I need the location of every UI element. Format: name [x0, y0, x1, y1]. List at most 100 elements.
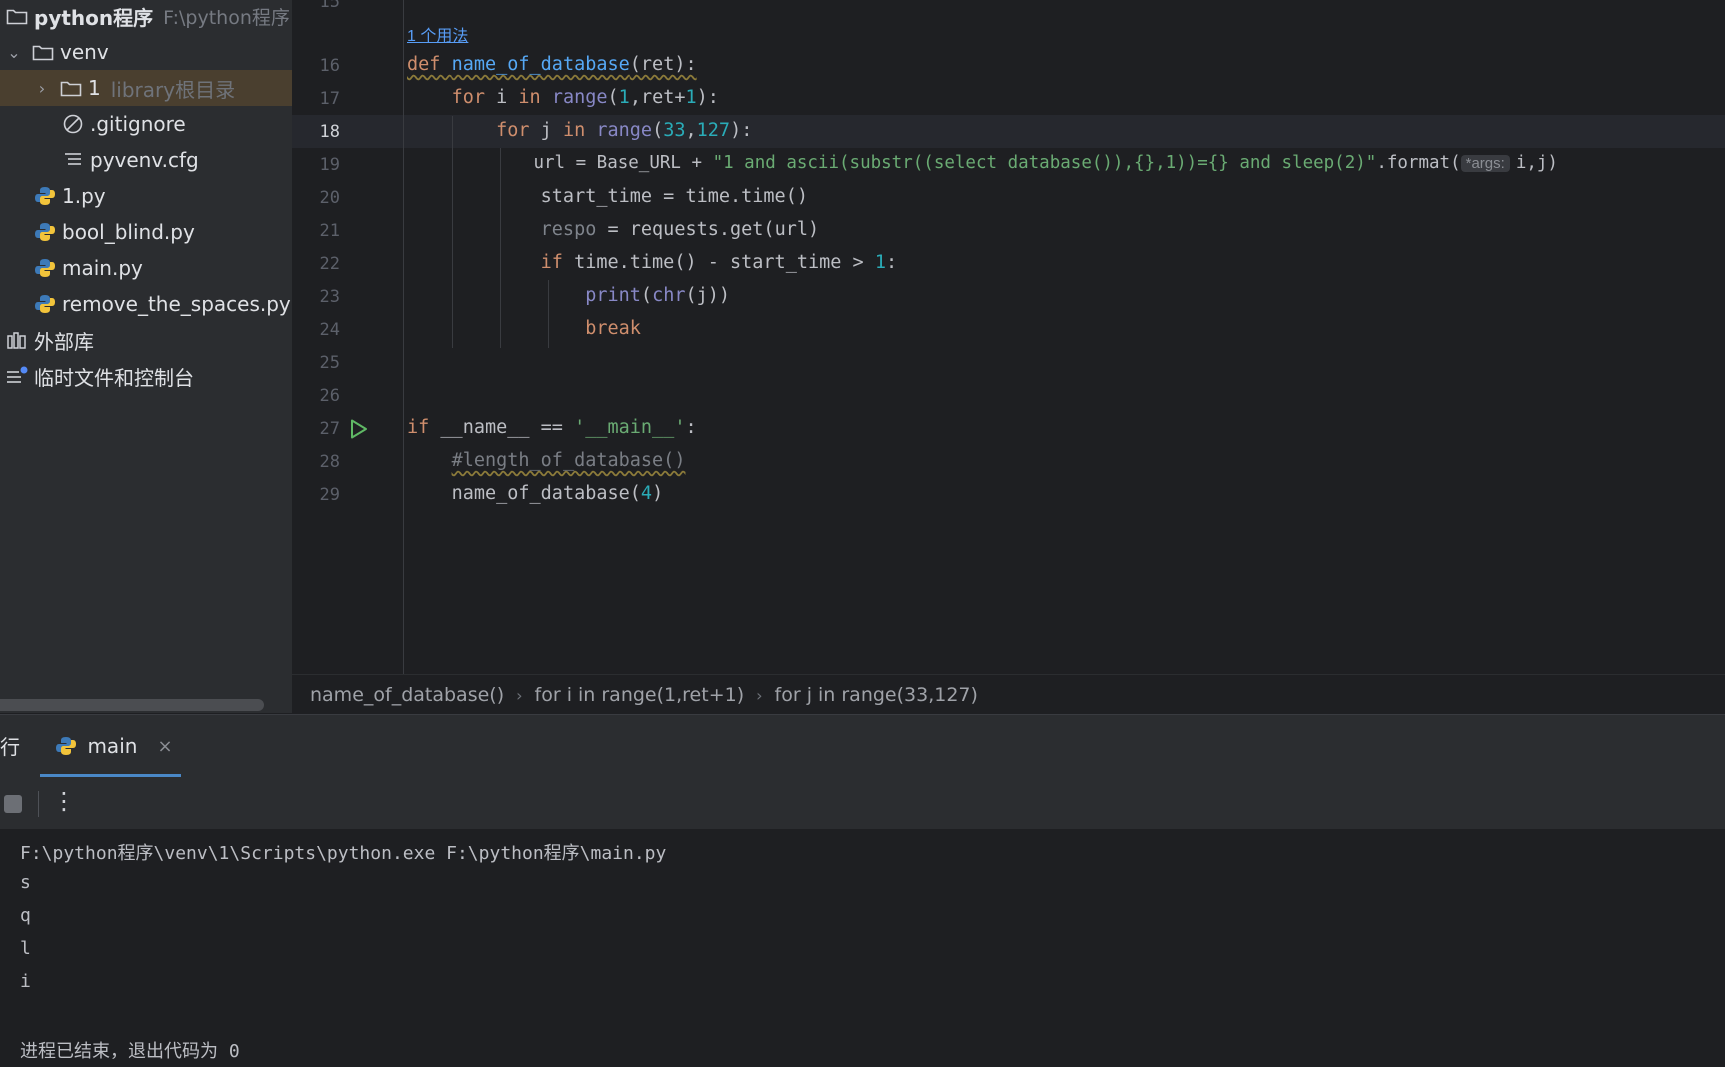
tree-item-library-root[interactable]: › 1 library根目录	[0, 70, 292, 106]
breadcrumb-item[interactable]: for i in range(1,ret+1)	[535, 684, 745, 706]
code-line-21[interactable]: respo = requests.get(url)	[407, 219, 819, 240]
code-token: (ret):	[629, 54, 697, 75]
tree-item-main-py[interactable]: main.py	[0, 250, 292, 286]
line-number: 28	[319, 452, 340, 472]
code-token: 1	[685, 87, 697, 108]
code-token: ,ret+	[629, 87, 686, 108]
tree-item-label: bool_blind.py	[62, 220, 195, 244]
code-line-20[interactable]: start_time = time.time()	[407, 186, 808, 207]
project-root-path: F:\python程序	[163, 6, 290, 29]
code-token: break	[585, 318, 641, 339]
code-token: .format(	[1376, 153, 1461, 173]
line-number: 23	[319, 287, 340, 307]
breadcrumb-item[interactable]: name_of_database()	[310, 684, 504, 706]
tree-item-external-libraries[interactable]: 外部库	[0, 322, 292, 358]
code-token: for	[496, 120, 541, 141]
line-gutter: 15 16 17 18 19 20 21 22 23 24 25 26 27 2…	[292, 0, 404, 674]
close-icon[interactable]: ×	[157, 736, 172, 757]
code-token: range	[551, 87, 608, 108]
run-play-icon[interactable]	[349, 418, 369, 444]
code-token: if	[407, 417, 441, 438]
stop-icon[interactable]	[4, 795, 22, 813]
code-token: ):	[730, 120, 753, 141]
tree-item-label: .gitignore	[90, 112, 186, 136]
chevron-right-icon: ›	[516, 685, 523, 705]
python-file-icon	[32, 291, 58, 317]
line-number: 17	[319, 89, 340, 109]
library-root-hint: library根目录	[110, 77, 236, 102]
tree-item-scratches[interactable]: 临时文件和控制台	[0, 358, 292, 394]
code-line-16[interactable]: def name_of_database(ret):	[407, 54, 697, 75]
tree-item-1-py[interactable]: 1.py	[0, 178, 292, 214]
chevron-down-icon[interactable]: ⌄	[4, 43, 24, 62]
code-token: def	[407, 54, 452, 75]
chevron-right-icon: ›	[756, 685, 763, 705]
config-file-icon	[60, 147, 86, 173]
parameter-inlay-hint: *args:	[1460, 155, 1510, 172]
code-line-19[interactable]: url = Base_URL + "1 and ascii(substr((se…	[407, 153, 1558, 173]
code-token: #length_of_database()	[451, 450, 686, 471]
console-line: 进程已结束，退出代码为 0	[20, 1041, 240, 1062]
folder-icon	[30, 39, 56, 65]
code-line-28[interactable]: #length_of_database()	[407, 450, 686, 471]
run-toolbar: ⋮	[0, 777, 1725, 829]
code-token: :	[885, 252, 898, 273]
sidebar-scrollbar[interactable]	[0, 699, 264, 711]
code-token: i	[496, 87, 519, 108]
line-number: 24	[319, 320, 340, 340]
code-line-22[interactable]: if time.time() - start_time > 1:	[407, 252, 897, 273]
tree-item-remove-the-spaces-py[interactable]: remove_the_spaces.py	[0, 286, 292, 322]
tree-item-venv[interactable]: ⌄ venv	[0, 34, 292, 70]
tree-item-label: 1	[88, 76, 101, 100]
line-number: 25	[319, 353, 340, 373]
code-token: i,j)	[1515, 153, 1558, 173]
code-token: 127	[696, 120, 731, 141]
tree-item-label: 1.py	[62, 184, 106, 208]
code-editor[interactable]: 15 16 17 18 19 20 21 22 23 24 25 26 27 2…	[292, 0, 1725, 674]
code-token: :	[685, 417, 697, 438]
code-token: range	[596, 120, 653, 141]
tree-item-bool-blind-py[interactable]: bool_blind.py	[0, 214, 292, 250]
breadcrumb: name_of_database() › for i in range(1,re…	[292, 674, 1725, 715]
more-options-icon[interactable]: ⋮	[52, 787, 76, 815]
code-token: respo	[540, 219, 597, 240]
ignored-file-icon	[60, 111, 86, 137]
tree-item-pyvenv-cfg[interactable]: pyvenv.cfg	[0, 142, 292, 178]
run-tab-bar: 行 main ×	[0, 715, 1725, 778]
code-token: )	[652, 483, 664, 504]
code-line-29[interactable]: name_of_database(4)	[407, 483, 664, 504]
tree-item-label: venv	[60, 40, 109, 64]
code-line-18[interactable]: for j in range(33,127):	[407, 120, 752, 141]
line-number: 26	[319, 386, 340, 406]
tree-item-gitignore[interactable]: .gitignore	[0, 106, 292, 142]
code-token: for	[451, 87, 497, 108]
code-token: (	[607, 87, 619, 108]
code-token: in	[562, 120, 597, 141]
usage-hint-link[interactable]: 1 个用法	[407, 22, 468, 46]
project-root[interactable]: python程序 F:\python程序	[0, 0, 292, 34]
code-token: name_of_database(	[451, 483, 641, 504]
code-token: ):	[696, 87, 719, 108]
code-line-24[interactable]: break	[407, 318, 641, 339]
chevron-right-icon[interactable]: ›	[32, 79, 52, 98]
console-line: q	[20, 905, 31, 926]
code-token: ,	[685, 120, 697, 141]
console-line: l	[20, 938, 31, 959]
run-tool-window: 行 main × ⋮ F:\python程序\venv\1\Scripts\py…	[0, 714, 1725, 1067]
python-file-icon	[53, 733, 79, 759]
run-window-title: 行	[0, 735, 20, 759]
code-token: name_of_database	[451, 54, 630, 75]
library-icon	[4, 327, 30, 353]
console-line: F:\python程序\venv\1\Scripts\python.exe F:…	[20, 843, 667, 864]
code-line-27[interactable]: if __name__ == '__main__':	[407, 417, 697, 438]
code-line-23[interactable]: print(chr(j))	[407, 285, 730, 306]
line-number: 29	[319, 485, 340, 505]
code-token: print	[585, 285, 641, 306]
scratches-icon	[4, 363, 30, 389]
breadcrumb-item[interactable]: for j in range(33,127)	[775, 684, 978, 706]
console-line: i	[20, 971, 31, 992]
tab-main[interactable]: main ×	[44, 715, 182, 777]
code-line-17[interactable]: for i in range(1,ret+1):	[407, 87, 719, 108]
code-token: if	[540, 252, 575, 273]
code-token: 1	[874, 252, 886, 273]
